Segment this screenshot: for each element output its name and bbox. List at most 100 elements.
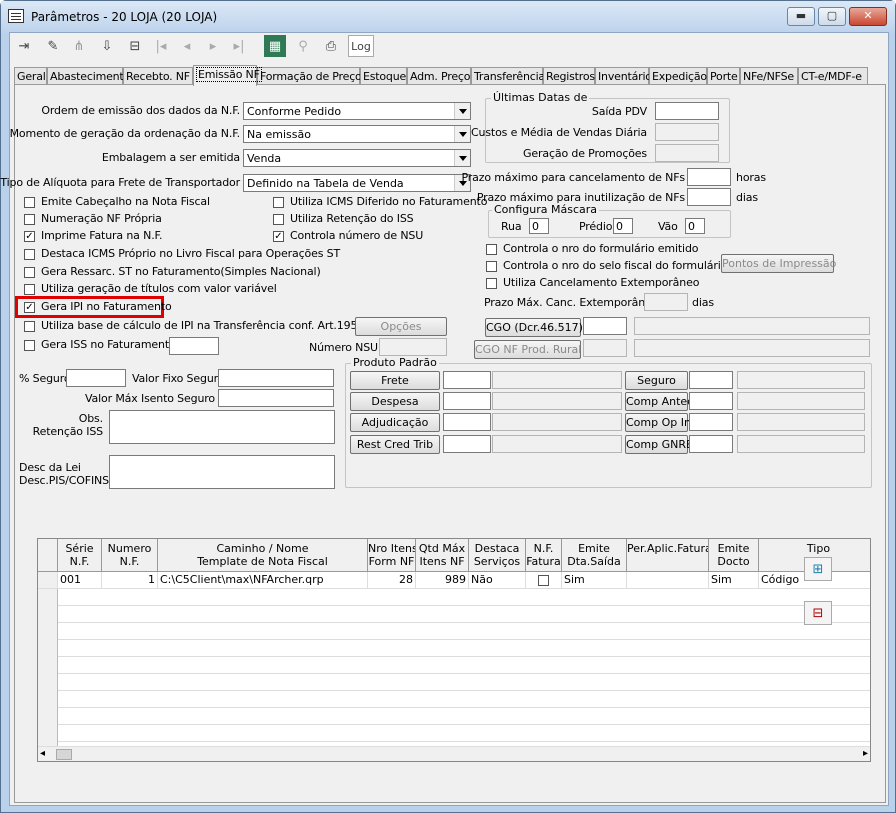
- seguro-input[interactable]: [689, 371, 733, 389]
- col-per-aplic[interactable]: Per.Aplic.Fatura: [627, 539, 709, 572]
- rest-cred-input[interactable]: [443, 435, 491, 453]
- momento-select[interactable]: Na emissão: [243, 125, 471, 143]
- cell-caminho[interactable]: C:\C5Client\max\NFArcher.qrp: [158, 572, 368, 589]
- download-icon[interactable]: ⇩: [96, 35, 118, 57]
- numero-nsu-input[interactable]: [379, 338, 447, 356]
- comp-gnre-button[interactable]: Comp GNRE: [625, 435, 693, 454]
- checkbox-base-ipi[interactable]: [24, 321, 35, 332]
- maximize-button[interactable]: ▢: [818, 7, 846, 26]
- cell-numero[interactable]: 1: [102, 572, 158, 589]
- seguro-button[interactable]: Seguro: [625, 371, 688, 390]
- rua-input[interactable]: 0: [529, 218, 549, 234]
- tab-adm-preco[interactable]: Adm. Preço: [407, 67, 471, 85]
- checkbox-cancelamento-extemp[interactable]: [486, 278, 497, 289]
- tree-icon[interactable]: ⋔: [68, 35, 90, 57]
- promocoes-input[interactable]: [655, 144, 719, 162]
- cell-destaca[interactable]: Não: [469, 572, 526, 589]
- prev-icon[interactable]: ◂: [176, 35, 198, 57]
- despesa-button[interactable]: Despesa: [350, 392, 440, 411]
- horizontal-scrollbar[interactable]: ◂ ▸: [38, 746, 870, 761]
- obs-retencao-textarea[interactable]: [109, 410, 335, 444]
- checkbox-destaca-icms[interactable]: [24, 249, 35, 260]
- pontos-impressao-button[interactable]: Pontos de Impressão: [721, 254, 836, 273]
- comp-gnre-input[interactable]: [689, 435, 733, 453]
- checkbox-gera-ipi[interactable]: ✓: [24, 302, 35, 313]
- opcoes-button[interactable]: Opções: [355, 317, 447, 336]
- tab-inventario[interactable]: Inventário: [595, 67, 652, 85]
- checkbox-emite-cabecalho[interactable]: [24, 197, 35, 208]
- comp-antec-input[interactable]: [689, 392, 733, 410]
- chevron-down-icon[interactable]: [454, 150, 470, 166]
- cell-nf-fatura[interactable]: [526, 572, 562, 589]
- cell-emite-dta[interactable]: Sim: [562, 572, 627, 589]
- col-emite-docto[interactable]: Emite Docto: [709, 539, 759, 572]
- prazo-inut-input[interactable]: [687, 188, 731, 206]
- tab-cte-mdfe[interactable]: CT-e/MDF-e: [798, 67, 868, 85]
- scroll-left-icon[interactable]: ◂: [40, 748, 45, 759]
- frete-button[interactable]: Frete: [350, 371, 440, 390]
- tab-abastecimento[interactable]: Abastecimento: [47, 67, 130, 85]
- vao-input[interactable]: 0: [685, 218, 705, 234]
- ordem-select[interactable]: Conforme Pedido: [243, 102, 471, 120]
- col-nro-itens[interactable]: Nro Itens Form NF: [368, 539, 416, 572]
- close-button[interactable]: ✕: [849, 7, 887, 26]
- chevron-down-icon[interactable]: [454, 103, 470, 119]
- checkbox-numeracao-nf[interactable]: [24, 214, 35, 225]
- tab-expedicao[interactable]: Expedição: [649, 67, 707, 85]
- valor-max-input[interactable]: [218, 389, 334, 407]
- checkbox-gera-ressarc[interactable]: [24, 267, 35, 278]
- log-button[interactable]: Log: [348, 35, 374, 57]
- first-icon[interactable]: |◂: [150, 35, 172, 57]
- tab-geral[interactable]: Geral: [14, 67, 47, 85]
- grid-icon[interactable]: ▦: [264, 35, 286, 57]
- col-emite-dta[interactable]: Emite Dta.Saída: [562, 539, 627, 572]
- cell-nro-itens[interactable]: 28: [368, 572, 416, 589]
- col-qtd-max[interactable]: Qtd Máx Itens NF: [416, 539, 469, 572]
- cgo-nf-input[interactable]: [583, 339, 627, 357]
- chevron-down-icon[interactable]: [454, 126, 470, 142]
- cgo-input[interactable]: [583, 317, 627, 335]
- tab-formacao-preco[interactable]: Formação de Preço: [257, 67, 362, 85]
- col-numero[interactable]: Numero N.F.: [102, 539, 158, 572]
- checkbox-controla-nsu[interactable]: ✓: [273, 231, 284, 242]
- comp-op-button[interactable]: Comp Op Int: [625, 413, 695, 432]
- checkbox-titulos-variavel[interactable]: [24, 284, 35, 295]
- last-icon[interactable]: ▸|: [228, 35, 250, 57]
- despesa-input[interactable]: [443, 392, 491, 410]
- desc-lei-textarea[interactable]: [109, 455, 335, 489]
- remove-row-icon[interactable]: ⊟: [804, 601, 832, 625]
- prazo-extemp-input[interactable]: [644, 293, 688, 311]
- scroll-right-icon[interactable]: ▸: [863, 748, 868, 759]
- aliquota-select[interactable]: Definido na Tabela de Venda: [243, 174, 471, 192]
- frete-input[interactable]: [443, 371, 491, 389]
- tab-recebto-nf[interactable]: Recebto. NF: [123, 67, 193, 85]
- custos-input[interactable]: [655, 123, 719, 141]
- col-destaca[interactable]: Destaca Serviços: [469, 539, 526, 572]
- cgo-button[interactable]: CGO (Dcr.46.517): [485, 318, 583, 337]
- row-indicator[interactable]: [38, 572, 58, 589]
- adjudicacao-button[interactable]: Adjudicação: [350, 413, 440, 432]
- prazo-cancel-input[interactable]: [687, 168, 731, 186]
- col-caminho[interactable]: Caminho / Nome Template de Nota Fiscal: [158, 539, 368, 572]
- valor-fixo-input[interactable]: [218, 369, 334, 387]
- tab-transferencia[interactable]: Transferência: [471, 67, 545, 85]
- checkbox-icms-diferido[interactable]: [273, 197, 284, 208]
- checkbox-controla-selo[interactable]: [486, 261, 497, 272]
- adjudicacao-input[interactable]: [443, 413, 491, 431]
- tab-emissao-nf[interactable]: Emissão NF: [193, 65, 262, 86]
- checkbox-controla-formulario[interactable]: [486, 244, 497, 255]
- minimize-button[interactable]: ▬: [787, 7, 815, 26]
- filter-icon[interactable]: ⚲: [292, 35, 314, 57]
- gera-iss-input[interactable]: [169, 337, 219, 355]
- tab-estoque[interactable]: Estoque: [360, 67, 407, 85]
- checkbox-imprime-fatura[interactable]: ✓: [24, 231, 35, 242]
- cell-per-aplic[interactable]: [627, 572, 709, 589]
- checkbox-retencao-iss[interactable]: [273, 214, 284, 225]
- comp-antec-button[interactable]: Comp Antec: [625, 392, 693, 411]
- tab-registros[interactable]: Registros: [543, 67, 595, 85]
- add-row-icon[interactable]: ⊞: [804, 557, 832, 581]
- cell-emite-docto[interactable]: Sim: [709, 572, 759, 589]
- cgo-nf-button[interactable]: CGO NF Prod. Rural: [474, 340, 581, 359]
- edit-icon[interactable]: ✎: [42, 35, 64, 57]
- next-icon[interactable]: ▸: [202, 35, 224, 57]
